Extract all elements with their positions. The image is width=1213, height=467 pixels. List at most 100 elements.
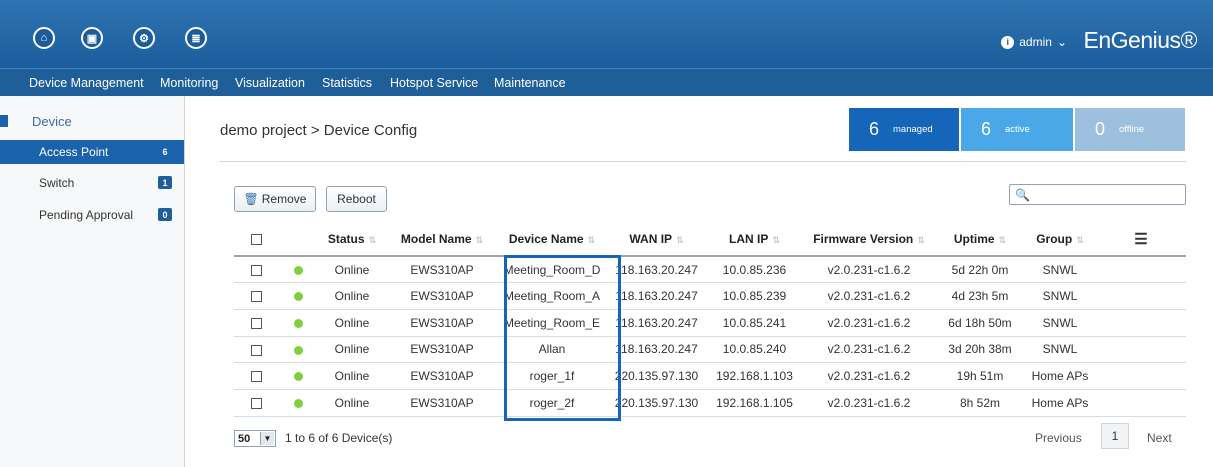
remove-label: Remove <box>261 192 307 206</box>
cell-group-link[interactable]: SNWL <box>1024 256 1096 284</box>
stat-managed[interactable]: 6 managed <box>849 108 959 151</box>
cell-wan-ip: 118.163.20.247 <box>606 309 707 337</box>
sort-icon: ⇅ <box>1076 234 1084 245</box>
sort-icon: ⇅ <box>917 234 925 245</box>
cell-empty <box>1096 362 1186 390</box>
cell-status: Online <box>318 282 386 310</box>
table-row: Online EWS310AP Allan 118.163.20.247 10.0.85… <box>234 336 1186 364</box>
col-firmware-version[interactable]: Firmware Version ⇅ <box>802 222 936 257</box>
stat-number: 0 <box>1095 119 1106 139</box>
nav-statistics[interactable]: Statistics <box>322 76 372 90</box>
stat-number: 6 <box>981 119 992 139</box>
page-number-button[interactable]: 1 <box>1101 423 1129 449</box>
reboot-button[interactable]: Reboot <box>326 186 387 212</box>
status-dot <box>278 336 318 364</box>
sidebar-item-pending-approval[interactable]: Pending Approval 0 <box>0 203 184 227</box>
search-icon: 🔍 <box>1015 188 1030 202</box>
row-checkbox[interactable] <box>234 282 278 310</box>
home-icon[interactable]: ⌂ <box>33 27 55 49</box>
cell-group-link[interactable]: Home APs <box>1024 389 1096 417</box>
cell-wan-ip: 220.135.97.130 <box>606 362 707 390</box>
cell-group-link[interactable]: SNWL <box>1024 309 1096 337</box>
sidebar-item-label: Switch <box>39 176 75 190</box>
row-checkbox[interactable] <box>234 256 278 284</box>
col-uptime[interactable]: Uptime ⇅ <box>936 222 1024 257</box>
engenius-logo: EnGenius® <box>1083 27 1198 53</box>
column-list-icon[interactable]: ☰ <box>1096 222 1186 257</box>
page-title: demo project > Device Config <box>220 122 418 139</box>
divider <box>220 161 1186 162</box>
nav-visualization[interactable]: Visualization <box>235 76 305 90</box>
cell-model: EWS310AP <box>386 309 498 337</box>
col-status[interactable]: Status ⇅ <box>318 222 386 257</box>
remove-button[interactable]: 🗑 Remove <box>234 186 316 212</box>
cell-empty <box>1096 256 1186 284</box>
cell-lan-ip: 10.0.85.240 <box>707 336 802 364</box>
stat-number: 6 <box>869 119 880 139</box>
cell-group-link[interactable]: SNWL <box>1024 336 1096 364</box>
status-dot <box>278 282 318 310</box>
cell-empty <box>1096 282 1186 310</box>
page-size-select[interactable]: 50 ▼ <box>234 430 276 447</box>
nav-hotspot-service[interactable]: Hotspot Service <box>390 76 478 90</box>
chevron-down-icon: ⌄ <box>1056 35 1067 49</box>
cell-firmware: v2.0.231-c1.6.2 <box>802 336 936 364</box>
sidebar-item-switch[interactable]: Switch 1 <box>0 171 184 195</box>
search-input[interactable] <box>1009 184 1186 205</box>
status-dot <box>278 362 318 390</box>
cell-wan-ip: 118.163.20.247 <box>606 336 707 364</box>
cell-wan-ip: 118.163.20.247 <box>606 256 707 284</box>
next-link[interactable]: Next <box>1147 431 1172 445</box>
count-badge: 1 <box>158 176 172 189</box>
select-all-checkbox[interactable] <box>234 222 278 257</box>
sort-icon: ⇅ <box>587 234 596 245</box>
sort-icon: ⇅ <box>475 234 484 245</box>
gear-icon[interactable]: ⚙ <box>133 27 155 49</box>
sidebar-section-device[interactable]: Device <box>0 112 185 130</box>
cell-firmware: v2.0.231-c1.6.2 <box>802 256 936 284</box>
dashboard-icon[interactable]: ▣ <box>81 27 103 49</box>
cell-uptime: 5d 22h 0m <box>936 256 1024 284</box>
status-dot <box>278 256 318 284</box>
col-group[interactable]: Group ⇅ <box>1024 222 1096 257</box>
cell-model: EWS310AP <box>386 362 498 390</box>
row-checkbox[interactable] <box>234 389 278 417</box>
stat-active[interactable]: 6 active <box>961 108 1073 151</box>
col-model-name[interactable]: Model Name ⇅ <box>386 222 498 257</box>
nav-maintenance[interactable]: Maintenance <box>494 76 566 90</box>
col-lan-ip[interactable]: LAN IP ⇅ <box>707 222 802 257</box>
table-row: Online EWS310AP roger_2f 220.135.97.130 192.… <box>234 389 1186 417</box>
row-checkbox[interactable] <box>234 336 278 364</box>
cell-status: Online <box>318 336 386 364</box>
sidebar-item-access-point[interactable]: Access Point 6 <box>0 140 184 164</box>
cell-status: Online <box>318 389 386 417</box>
status-dot <box>278 309 318 337</box>
nav-device-management[interactable]: Device Management <box>29 76 144 90</box>
sort-icon: ⇅ <box>772 234 780 245</box>
top-bar: ⌂ ▣ ⚙ ≣ i admin ⌄ EnGenius® <box>0 0 1213 68</box>
cell-firmware: v2.0.231-c1.6.2 <box>802 389 936 417</box>
nav-monitoring[interactable]: Monitoring <box>160 76 218 90</box>
sidebar-item-label: Access Point <box>39 145 109 159</box>
clipboard-icon[interactable]: ≣ <box>185 27 207 49</box>
count-badge: 0 <box>158 208 172 221</box>
previous-link[interactable]: Previous <box>1035 431 1082 445</box>
cell-group-link[interactable]: SNWL <box>1024 282 1096 310</box>
stat-offline[interactable]: 0 offline <box>1075 108 1185 151</box>
table-row: Online EWS310AP roger_1f 220.135.97.130 192.… <box>234 362 1186 390</box>
cell-firmware: v2.0.231-c1.6.2 <box>802 282 936 310</box>
table-row: Online EWS310AP Meeting_Room_D 118.163.20.2… <box>234 256 1186 284</box>
admin-menu[interactable]: i admin ⌄ <box>1001 35 1067 49</box>
row-checkbox[interactable] <box>234 362 278 390</box>
reboot-label: Reboot <box>337 192 376 206</box>
status-dot-header <box>278 222 318 257</box>
cell-wan-ip: 118.163.20.247 <box>606 282 707 310</box>
record-count: 1 to 6 of 6 Device(s) <box>285 431 393 445</box>
cell-group-link[interactable]: Home APs <box>1024 362 1096 390</box>
trash-icon: 🗑 <box>243 192 259 206</box>
col-wan-ip[interactable]: WAN IP ⇅ <box>606 222 707 257</box>
row-checkbox[interactable] <box>234 309 278 337</box>
cell-uptime: 8h 52m <box>936 389 1024 417</box>
col-device-name[interactable]: Device Name ⇅ <box>498 222 606 257</box>
cell-uptime: 19h 51m <box>936 362 1024 390</box>
